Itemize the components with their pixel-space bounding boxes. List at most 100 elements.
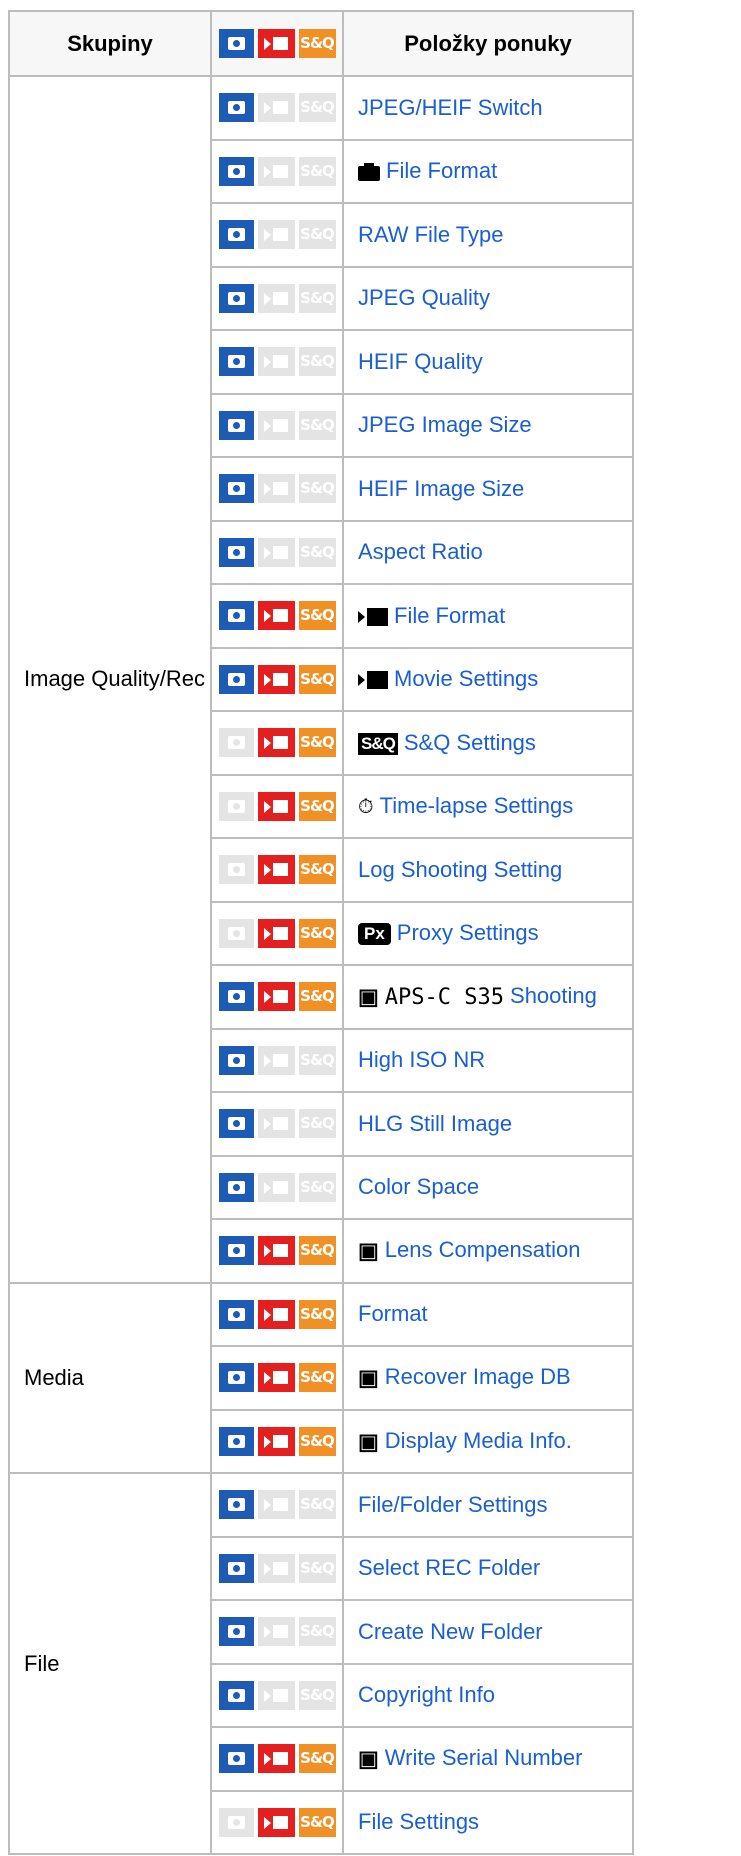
menu-item-label[interactable]: Shooting [510, 983, 597, 1008]
menu-item-label[interactable]: File/Folder Settings [358, 1492, 548, 1517]
menu-item-link[interactable]: S&Q S&Q Settings [342, 710, 634, 776]
menu-item-label[interactable]: File Settings [358, 1809, 479, 1834]
menu-item-label[interactable]: Format [358, 1301, 428, 1326]
menu-item-link[interactable]: ⏱ Time-lapse Settings [342, 773, 634, 839]
mode-icons: S&Q [210, 265, 344, 331]
menu-item-link[interactable]: ▣ Recover Image DB [342, 1345, 634, 1411]
menu-item-link[interactable]: Select REC Folder [342, 1535, 634, 1601]
menu-item-link[interactable]: HEIF Quality [342, 329, 634, 395]
menu-item-label[interactable]: Create New Folder [358, 1619, 543, 1644]
menu-item-label[interactable]: Aspect Ratio [358, 539, 483, 564]
camera-mode-icon [218, 1490, 254, 1520]
menu-item-label[interactable]: S&Q Settings [404, 730, 536, 755]
menu-item-link[interactable]: Movie Settings [342, 646, 634, 712]
camera-mode-icon [218, 1553, 254, 1583]
menu-item-link[interactable]: File Format [342, 138, 634, 204]
menu-item-link[interactable]: RAW File Type [342, 202, 634, 268]
menu-item-label[interactable]: File Format [394, 603, 505, 628]
menu-item-link[interactable]: ▣ APS-C S35 Shooting [342, 964, 634, 1030]
movie-mode-icon [257, 918, 295, 948]
menu-item-link[interactable]: Px Proxy Settings [342, 900, 634, 966]
menu-item-label[interactable]: JPEG Image Size [358, 412, 532, 437]
sq-mode-icon: S&Q [298, 156, 336, 186]
header-menu-items: Položky ponuky [342, 10, 634, 77]
mode-icons: S&Q [210, 138, 344, 204]
timelapse-icon: ⏱ [358, 795, 374, 818]
camera-icon [358, 163, 380, 182]
menu-item-link[interactable]: HLG Still Image [342, 1091, 634, 1157]
sq-icon: S&Q [358, 732, 398, 755]
movie-mode-icon [257, 410, 295, 440]
menu-item-link[interactable]: JPEG Image Size [342, 392, 634, 458]
menu-item-link[interactable]: JPEG Quality [342, 265, 634, 331]
menu-item-link[interactable]: Format [342, 1281, 634, 1347]
group-name: Media [8, 1281, 212, 1474]
menu-item-label[interactable]: Select REC Folder [358, 1555, 540, 1580]
menu-item-label[interactable]: Time-lapse Settings [380, 793, 574, 818]
menu-item-link[interactable]: High ISO NR [342, 1027, 634, 1093]
mode-icons: S&Q [210, 202, 344, 268]
movie-mode-icon [257, 1172, 295, 1202]
mode-icons: S&Q [210, 1218, 344, 1284]
menu-item-label[interactable]: JPEG Quality [358, 285, 490, 310]
movie-mode-icon [257, 93, 295, 123]
movie-mode-icon [257, 1680, 295, 1710]
camera-mode-icon [218, 93, 254, 123]
camera-movie-icon: ▣ [358, 1238, 379, 1264]
menu-item-link[interactable]: Create New Folder [342, 1599, 634, 1665]
menu-groups-table: Skupiny S&Q Položky ponuky Image Quality… [8, 10, 634, 1855]
camera-mode-icon [218, 918, 254, 948]
menu-item-label[interactable]: HEIF Image Size [358, 476, 524, 501]
menu-item-label[interactable]: Color Space [358, 1174, 479, 1199]
menu-item-link[interactable]: Aspect Ratio [342, 519, 634, 585]
menu-item-link[interactable]: HEIF Image Size [342, 456, 634, 522]
menu-item-label[interactable]: High ISO NR [358, 1047, 485, 1072]
sq-mode-icon: S&Q [298, 982, 336, 1012]
menu-item-link[interactable]: Color Space [342, 1154, 634, 1220]
camera-mode-icon [218, 664, 254, 694]
mode-icons: S&Q [210, 1027, 344, 1093]
menu-item-label[interactable]: Proxy Settings [397, 920, 539, 945]
menu-item-label[interactable]: Write Serial Number [385, 1745, 583, 1770]
menu-item-label[interactable]: HEIF Quality [358, 349, 483, 374]
menu-item-link[interactable]: Log Shooting Setting [342, 837, 634, 903]
sq-mode-icon: S&Q [298, 1045, 336, 1075]
camera-mode-icon [218, 601, 254, 631]
menu-item-link[interactable]: ▣ Display Media Info. [342, 1408, 634, 1474]
menu-item-link[interactable]: ▣ Lens Compensation [342, 1218, 634, 1284]
menu-item-link[interactable]: ▣ Write Serial Number [342, 1726, 634, 1792]
mode-icons: S&Q [210, 773, 344, 839]
menu-item-label[interactable]: Display Media Info. [385, 1428, 572, 1453]
sq-mode-icon: S&Q [298, 1680, 336, 1710]
menu-item-label[interactable]: RAW File Type [358, 222, 503, 247]
camera-mode-icon [218, 728, 254, 758]
menu-item-label[interactable]: Movie Settings [394, 666, 538, 691]
apsc-s35-icon: APS-C S35 [384, 984, 505, 1010]
mode-icons: S&Q [210, 1726, 344, 1792]
group-name: Image Quality/Rec [8, 75, 212, 1284]
movie-mode-icon [257, 283, 295, 313]
menu-item-label[interactable]: Lens Compensation [385, 1237, 581, 1262]
sq-mode-icon: S&Q [298, 1363, 336, 1393]
menu-item-label[interactable]: Recover Image DB [385, 1364, 571, 1389]
movie-mode-icon [257, 728, 295, 758]
camera-movie-icon: ▣ [358, 984, 379, 1010]
menu-item-label[interactable]: Log Shooting Setting [358, 857, 562, 882]
menu-item-label[interactable]: File Format [386, 158, 497, 183]
menu-item-link[interactable]: File Format [342, 583, 634, 649]
sq-mode-icon: S&Q [298, 1109, 336, 1139]
table-row: File S&Q File/Folder Settings [8, 1472, 634, 1855]
mode-icons: S&Q [210, 1472, 344, 1538]
menu-item-label[interactable]: Copyright Info [358, 1682, 495, 1707]
menu-item-label[interactable]: HLG Still Image [358, 1111, 512, 1136]
menu-item-link[interactable]: JPEG/HEIF Switch [342, 75, 634, 141]
sq-mode-icon: S&Q [298, 728, 336, 758]
menu-item-link[interactable]: File/Folder Settings [342, 1472, 634, 1538]
mode-icons: S&Q [210, 1345, 344, 1411]
menu-item-label[interactable]: JPEG/HEIF Switch [358, 95, 543, 120]
sq-mode-icon: S&Q [298, 664, 336, 694]
menu-item-link[interactable]: File Settings [342, 1789, 634, 1855]
movie-mode-icon [257, 1109, 295, 1139]
menu-item-link[interactable]: Copyright Info [342, 1662, 634, 1728]
header-groups: Skupiny [8, 10, 212, 77]
